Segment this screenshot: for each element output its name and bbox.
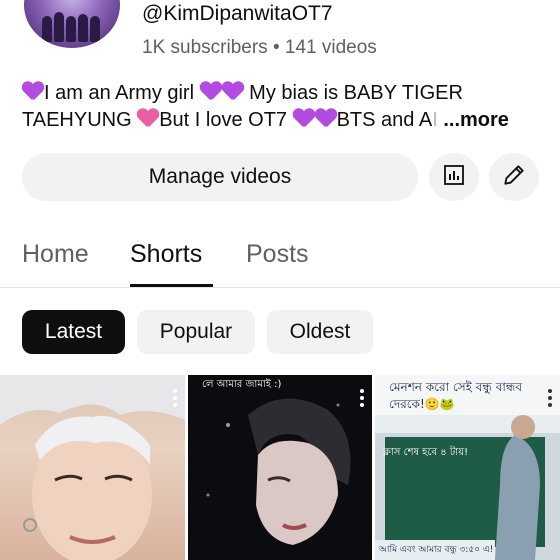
purple-heart-icon (22, 82, 44, 102)
bio-text: My bias is BABY TIGER (243, 82, 463, 104)
more-options-icon[interactable] (548, 389, 552, 410)
pencil-icon (501, 162, 527, 193)
purple-heart-icon (315, 109, 337, 129)
channel-description[interactable]: I am an Army girl My bias is BABY TIGER … (22, 80, 542, 134)
pink-heart-icon (137, 109, 159, 129)
more-options-icon[interactable] (173, 389, 177, 410)
analytics-button[interactable] (429, 153, 479, 201)
tab-home[interactable]: Home (22, 240, 89, 269)
bar-chart-icon (442, 163, 466, 192)
bio-text: I am an Army girl (44, 82, 200, 104)
filter-popular-chip[interactable]: Popular (137, 310, 255, 354)
short-caption: লে আমার জামাই :) (202, 379, 282, 390)
tab-shorts[interactable]: Shorts (130, 240, 202, 269)
filter-latest-chip[interactable]: Latest (22, 310, 125, 354)
more-link[interactable]: ...more (443, 109, 509, 131)
short-caption: আমি এবং আমার বন্ধু ৩:৫০ এ! (379, 545, 494, 555)
channel-tabs: Home Shorts Posts (0, 226, 560, 288)
more-options-icon[interactable] (360, 389, 364, 410)
short-thumbnail[interactable] (0, 375, 185, 560)
tab-posts[interactable]: Posts (246, 240, 309, 269)
short-caption: ক্লাস শেষ হবে ৪ টায়! (383, 447, 469, 458)
purple-heart-icon (222, 82, 244, 102)
active-tab-indicator (130, 284, 213, 287)
bio-text: TAEHYUNG (22, 109, 138, 131)
channel-handle: @KimDipanwitaOT7 (142, 2, 333, 25)
short-thumbnail[interactable]: মেনশন করো সেই বন্ধু বান্ধব দেরকে!🙂🐸 ক্লা… (375, 375, 560, 560)
bio-text: BTS and A (336, 109, 433, 131)
filter-oldest-chip[interactable]: Oldest (267, 310, 373, 354)
channel-stats: 1K subscribers • 141 videos (142, 37, 377, 58)
bio-text: But I love OT7 (159, 109, 293, 131)
channel-avatar[interactable] (24, 0, 120, 48)
short-thumbnail[interactable]: লে আমার জামাই :) (188, 375, 372, 560)
short-image (0, 375, 185, 560)
short-caption: মেনশন করো সেই বন্ধু বান্ধব দেরকে!🙂🐸 (389, 380, 523, 411)
purple-heart-icon (293, 109, 315, 129)
bio-fade: I (432, 109, 444, 131)
manage-videos-button[interactable]: Manage videos (22, 153, 418, 201)
short-image (206, 398, 351, 545)
edit-channel-button[interactable] (489, 153, 539, 201)
purple-heart-icon (200, 82, 222, 102)
